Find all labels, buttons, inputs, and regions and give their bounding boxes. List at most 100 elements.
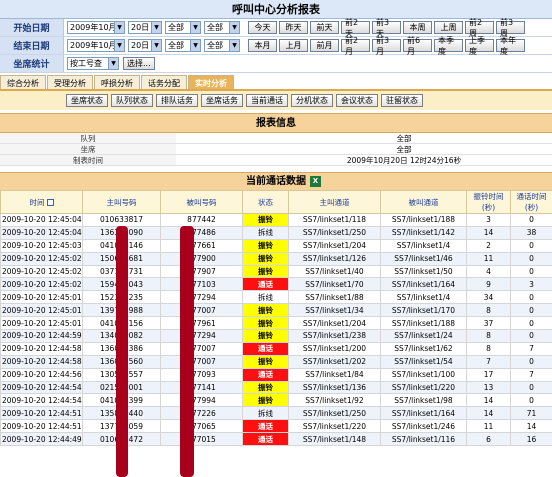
end-filter-select-1[interactable]: 全部 ▼ [165,39,201,52]
info-row: 制表时间 2009年10月20日 12时24分16秒 [0,155,552,166]
column-header[interactable]: 状态 [242,190,289,214]
column-header[interactable]: 主叫号码 [82,190,161,214]
table-cell: 7 [466,354,511,369]
realtime-subtab-button[interactable]: 坐席状态 [66,94,108,107]
quick-range-button[interactable]: 本周 [403,21,432,34]
quick-range-button[interactable]: 前3月 [372,36,401,56]
quick-range-button[interactable]: 前天 [310,21,339,34]
table-cell: 7 [510,367,552,382]
realtime-subtab-button[interactable]: 分机状态 [291,94,333,107]
analysis-tab[interactable]: 受理分析 [47,75,93,89]
start-day-select[interactable]: 20日 ▼ [128,21,162,34]
analysis-tab[interactable]: 实时分析 [188,75,234,89]
end-filter-select-2[interactable]: 全部 ▼ [204,39,240,52]
table-cell: 877294 [160,290,243,305]
quick-range-button[interactable]: 本月 [248,39,277,52]
table-cell: 拆线 [242,225,289,240]
realtime-subtab-button[interactable]: 队列状态 [111,94,153,107]
table-cell: 0 [510,213,552,227]
chevron-down-icon: ▼ [114,22,124,33]
table-cell: 71 [510,406,552,421]
table-cell: 2009-10-20 12:44:58 [0,341,83,356]
chevron-down-icon: ▼ [151,22,161,33]
column-header[interactable]: 时间 [0,190,83,214]
quick-range-button[interactable]: 前3天 [372,18,401,38]
table-cell: 877141 [160,380,243,395]
table-row: 2009-10-20 12:45:01041026156877961振铃SS7/… [0,316,552,331]
quick-range-button[interactable]: 今天 [248,21,277,34]
column-header[interactable]: 主叫通道 [288,190,381,214]
chevron-down-icon: ▼ [190,22,200,33]
quick-range-button[interactable]: 上周 [434,21,463,34]
quick-range-button[interactable]: 上季度 [465,36,494,56]
quick-range-button[interactable]: 前6月 [403,36,432,56]
table-row: 2009-10-20 12:44:51135820440877226拆线SS7/… [0,406,552,421]
table-row: 2009-10-20 12:45:02037168731877907振铃SS7/… [0,264,552,279]
quick-range-button[interactable]: 昨天 [279,21,308,34]
table-cell: SS7/linkset1/164 [380,277,467,292]
table-row: 2009-10-20 12:45:04136375090877486拆线SS7/… [0,225,552,240]
table-cell: SS7/linkset1/50 [380,264,467,279]
quick-range-button[interactable]: 前2月 [341,36,370,56]
table-cell: 14 [466,225,511,240]
realtime-subtab-button[interactable]: 坐席话务 [201,94,243,107]
quick-range-button[interactable]: 前3周 [496,18,525,38]
analysis-tab[interactable]: 呼损分析 [94,75,140,89]
quick-range-button[interactable]: 本季度 [434,36,463,56]
table-cell: SS7/linkset1/118 [288,213,381,227]
table-cell: 877900 [160,251,243,266]
table-cell: SS7/linkset1/204 [288,238,381,253]
start-filter-select-2[interactable]: 全部 ▼ [204,21,240,34]
table-cell: SS7/linkset1/46 [380,251,467,266]
table-cell: 9 [466,277,511,292]
table-cell: 2009-10-20 12:45:02 [0,277,83,292]
realtime-subtab-button[interactable]: 会议状态 [336,94,378,107]
analysis-tab[interactable]: 综合分析 [0,75,46,89]
table-cell: SS7/linkset1/62 [380,341,467,356]
table-row: 2009-10-20 12:44:51137714059877065通话SS7/… [0,419,552,434]
table-cell: SS7/linkset1/200 [288,341,381,356]
analysis-tab[interactable]: 话务分配 [141,75,187,89]
table-cell: 2009-10-20 12:45:01 [0,316,83,331]
end-month-select[interactable]: 2009年10月 ▼ [67,39,125,52]
table-cell: 6 [466,432,511,447]
realtime-subtab-button[interactable]: 驻留状态 [381,94,423,107]
table-row: 2009-10-20 12:44:58136032386877007通话SS7/… [0,341,552,356]
quick-range-button[interactable]: 上月 [279,39,308,52]
start-filter-select-1[interactable]: 全部 ▼ [165,21,201,34]
table-cell: SS7/linkset1/250 [288,406,381,421]
info-value: 2009年10月20日 12时24分16秒 [346,156,462,165]
quick-range-row-1: 今天 昨天 前天 前2天 前3天 本周 上周 前2周 前3周 [246,18,525,38]
column-header[interactable]: 被叫号码 [160,190,243,214]
chevron-down-icon: ▼ [229,40,239,51]
realtime-subtab-button[interactable]: 当前通话 [246,94,288,107]
table-row: 2009-10-20 12:45:01152355235877294拆线SS7/… [0,290,552,305]
table-cell: 010633817 [82,213,161,227]
quick-range-button[interactable]: 前月 [310,39,339,52]
chevron-down-icon: ▼ [114,40,124,51]
quick-range-button[interactable]: 本年度 [496,36,525,56]
column-header[interactable]: 振铃时间 (秒) [466,190,511,214]
quick-range-button[interactable]: 前2周 [465,18,494,38]
quick-range-button[interactable]: 前2天 [341,18,370,38]
table-cell: 0 [510,354,552,369]
start-month-select[interactable]: 2009年10月 ▼ [67,21,125,34]
choose-button[interactable]: 选择... [123,57,155,70]
end-day-select[interactable]: 20日 ▼ [128,39,162,52]
table-cell: 0 [510,238,552,253]
table-cell: SS7/linkset1/142 [380,225,467,240]
table-cell: 拆线 [242,290,289,305]
column-header[interactable]: 通话时间(秒) [510,190,552,214]
table-cell: SS7/linkset1/246 [380,419,467,434]
table-cell: 877907 [160,264,243,279]
sort-icon[interactable] [46,199,54,206]
table-cell: SS7/linkset1/54 [380,354,467,369]
excel-export-icon[interactable]: X [310,176,321,187]
start-date-label: 开始日期 [0,19,64,36]
table-cell: 8 [466,303,511,318]
chevron-down-icon: ▼ [229,22,239,33]
agent-mode-select[interactable]: 按工号查 ▼ [67,57,119,70]
realtime-subtab-button[interactable]: 排队话务 [156,94,198,107]
table-cell: SS7/linkset1/148 [288,432,381,447]
column-header[interactable]: 被叫通道 [380,190,467,214]
